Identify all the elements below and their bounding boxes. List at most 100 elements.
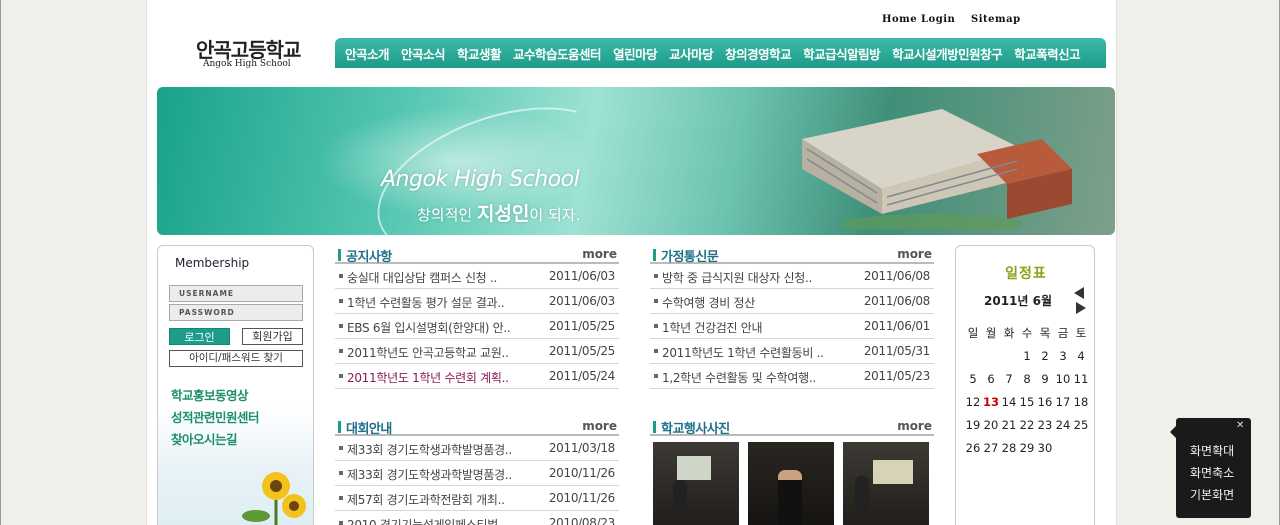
calendar-day[interactable]: 8 <box>1018 368 1036 391</box>
next-month-arrow-icon[interactable] <box>1076 302 1086 314</box>
find-account-button[interactable]: 아이디/패스워드 찾기 <box>169 350 303 367</box>
item-title[interactable]: 숭실대 대입상담 캠퍼스 신청 .. <box>347 269 537 286</box>
main-banner: Angok High School 창의적인 지성인이 되자. <box>157 87 1115 235</box>
calendar-day[interactable]: 12 <box>964 391 982 414</box>
board-title[interactable]: 가정통신문 <box>661 246 719 265</box>
prev-month-arrow-icon[interactable] <box>1074 287 1084 299</box>
calendar-day[interactable]: 2 <box>1036 345 1054 368</box>
join-button[interactable]: 회원가입 <box>242 328 303 345</box>
calendar-day[interactable]: 21 <box>1000 414 1018 437</box>
list-item[interactable]: 2010 경기기능성게임페스티벌.. 2010/08/23 <box>335 511 619 525</box>
calendar-day[interactable]: 19 <box>964 414 982 437</box>
calendar-day[interactable]: 24 <box>1054 414 1072 437</box>
event-photo-thumbnail[interactable] <box>843 442 929 525</box>
list-item[interactable]: 제33회 경기도학생과학발명품경.. 2010/11/26 <box>335 461 619 486</box>
gnb-item-school-life[interactable]: 학교생활 <box>457 44 502 63</box>
list-item[interactable]: 제33회 경기도학생과학발명품경.. 2011/03/18 <box>335 436 619 461</box>
calendar-day[interactable]: 10 <box>1054 368 1072 391</box>
calendar-day[interactable]: 5 <box>964 368 982 391</box>
login-link[interactable]: Login <box>921 14 955 25</box>
item-title[interactable]: 2011학년도 안곡고등학교 교원.. <box>347 344 537 361</box>
sitemap-link[interactable]: Sitemap <box>971 14 1021 25</box>
membership-box: Membership USERNAME PASSWORD 로그인 회원가입 아이… <box>157 245 314 525</box>
calendar-day[interactable]: 27 <box>982 437 1000 460</box>
list-item[interactable]: 1학년 수련활동 평가 설문 결과.. 2011/06/03 <box>335 289 619 314</box>
gnb-item-intro[interactable]: 안곡소개 <box>345 44 390 63</box>
list-item[interactable]: 2011학년도 1학년 수련회 계획.. 2011/05/24 <box>335 364 619 389</box>
list-item[interactable]: EBS 6월 입시설명회(한양대) 안.. 2011/05/25 <box>335 314 619 339</box>
item-title[interactable]: 제33회 경기도학생과학발명품경.. <box>347 466 537 483</box>
item-title[interactable]: EBS 6월 입시설명회(한양대) 안.. <box>347 319 537 336</box>
item-title[interactable]: 2010 경기기능성게임페스티벌.. <box>347 516 537 525</box>
school-logo-english[interactable]: Angok High School <box>203 59 291 69</box>
gnb-item-violence-report[interactable]: 학교폭력신고 <box>1014 44 1081 63</box>
gnb-item-creative-school[interactable]: 창의경영학교 <box>725 44 792 63</box>
zoom-in-button[interactable]: 화면확대 <box>1190 442 1234 459</box>
gnb-item-news[interactable]: 안곡소식 <box>401 44 446 63</box>
promo-video-link[interactable]: 학교홍보동영상 <box>171 385 249 404</box>
calendar-day[interactable]: 16 <box>1036 391 1054 414</box>
board-title[interactable]: 대회안내 <box>346 418 392 437</box>
board-title[interactable]: 공지사항 <box>346 246 392 265</box>
calendar-day[interactable]: 13 <box>982 391 1000 414</box>
bullet <box>339 299 343 303</box>
board-title[interactable]: 학교행사사진 <box>661 418 730 437</box>
calendar-day[interactable]: 20 <box>982 414 1000 437</box>
list-item[interactable]: 2011학년도 1학년 수련활동비 .. 2011/05/31 <box>650 339 934 364</box>
reset-zoom-button[interactable]: 기본화면 <box>1190 486 1234 503</box>
list-item[interactable]: 방학 중 급식지원 대상자 신청.. 2011/06/08 <box>650 264 934 289</box>
calendar-day[interactable]: 29 <box>1018 437 1036 460</box>
list-item[interactable]: 제57회 경기도과학전람회 개최.. 2010/11/26 <box>335 486 619 511</box>
calendar-day[interactable]: 18 <box>1072 391 1090 414</box>
close-icon[interactable]: ✕ <box>1236 420 1244 431</box>
item-title[interactable]: 제57회 경기도과학전람회 개최.. <box>347 491 537 508</box>
username-field[interactable]: USERNAME <box>169 285 303 302</box>
gnb-item-learning-center[interactable]: 교수학습도움센터 <box>513 44 602 63</box>
calendar-day[interactable]: 6 <box>982 368 1000 391</box>
calendar-day[interactable]: 14 <box>1000 391 1018 414</box>
item-title[interactable]: 방학 중 급식지원 대상자 신청.. <box>662 269 852 286</box>
calendar-day[interactable]: 17 <box>1054 391 1072 414</box>
event-photo-thumbnail[interactable] <box>653 442 739 525</box>
item-title[interactable]: 2011학년도 1학년 수련회 계획.. <box>347 369 537 386</box>
list-item[interactable]: 2011학년도 안곡고등학교 교원.. 2011/05/25 <box>335 339 619 364</box>
calendar-day[interactable]: 28 <box>1000 437 1018 460</box>
item-title[interactable]: 2011학년도 1학년 수련활동비 .. <box>662 344 852 361</box>
calendar-day[interactable]: 25 <box>1072 414 1090 437</box>
list-item[interactable]: 1학년 건강검진 안내 2011/06/01 <box>650 314 934 339</box>
calendar-day[interactable]: 4 <box>1072 345 1090 368</box>
item-title[interactable]: 1학년 건강검진 안내 <box>662 319 852 336</box>
calendar-day[interactable]: 30 <box>1036 437 1054 460</box>
home-link[interactable]: Home <box>882 14 917 25</box>
item-title[interactable]: 수학여행 경비 정산 <box>662 294 852 311</box>
gnb-item-meal-notice[interactable]: 학교급식알림방 <box>803 44 881 63</box>
calendar-day[interactable]: 11 <box>1072 368 1090 391</box>
item-title[interactable]: 1학년 수련활동 평가 설문 결과.. <box>347 294 537 311</box>
item-title[interactable]: 제33회 경기도학생과학발명품경.. <box>347 441 537 458</box>
event-photo-thumbnail[interactable] <box>748 442 834 525</box>
calendar-day[interactable]: 9 <box>1036 368 1054 391</box>
more-link[interactable]: more <box>582 419 617 433</box>
list-item[interactable]: 1,2학년 수련활동 및 수학여행.. 2011/05/23 <box>650 364 934 389</box>
calendar-day[interactable]: 15 <box>1018 391 1036 414</box>
more-link[interactable]: more <box>897 247 932 261</box>
list-item[interactable]: 수학여행 경비 정산 2011/06/08 <box>650 289 934 314</box>
item-title[interactable]: 1,2학년 수련활동 및 수학여행.. <box>662 369 852 386</box>
calendar-day[interactable]: 1 <box>1018 345 1036 368</box>
gnb-item-open-forum[interactable]: 열린마당 <box>613 44 658 63</box>
more-link[interactable]: more <box>582 247 617 261</box>
login-button[interactable]: 로그인 <box>169 328 230 345</box>
calendar-day[interactable]: 23 <box>1036 414 1054 437</box>
zoom-out-button[interactable]: 화면축소 <box>1190 464 1234 481</box>
calendar-day[interactable]: 26 <box>964 437 982 460</box>
calendar-day[interactable]: 3 <box>1054 345 1072 368</box>
more-link[interactable]: more <box>897 419 932 433</box>
password-field[interactable]: PASSWORD <box>169 304 303 321</box>
directions-link[interactable]: 찾아오시는길 <box>171 429 238 448</box>
grade-complaint-link[interactable]: 성적관련민원센터 <box>171 407 260 426</box>
gnb-item-teachers[interactable]: 교사마당 <box>669 44 714 63</box>
gnb-item-facility-request[interactable]: 학교시설개방민원창구 <box>892 44 1003 63</box>
calendar-day[interactable]: 22 <box>1018 414 1036 437</box>
list-item[interactable]: 숭실대 대입상담 캠퍼스 신청 .. 2011/06/03 <box>335 264 619 289</box>
calendar-day[interactable]: 7 <box>1000 368 1018 391</box>
